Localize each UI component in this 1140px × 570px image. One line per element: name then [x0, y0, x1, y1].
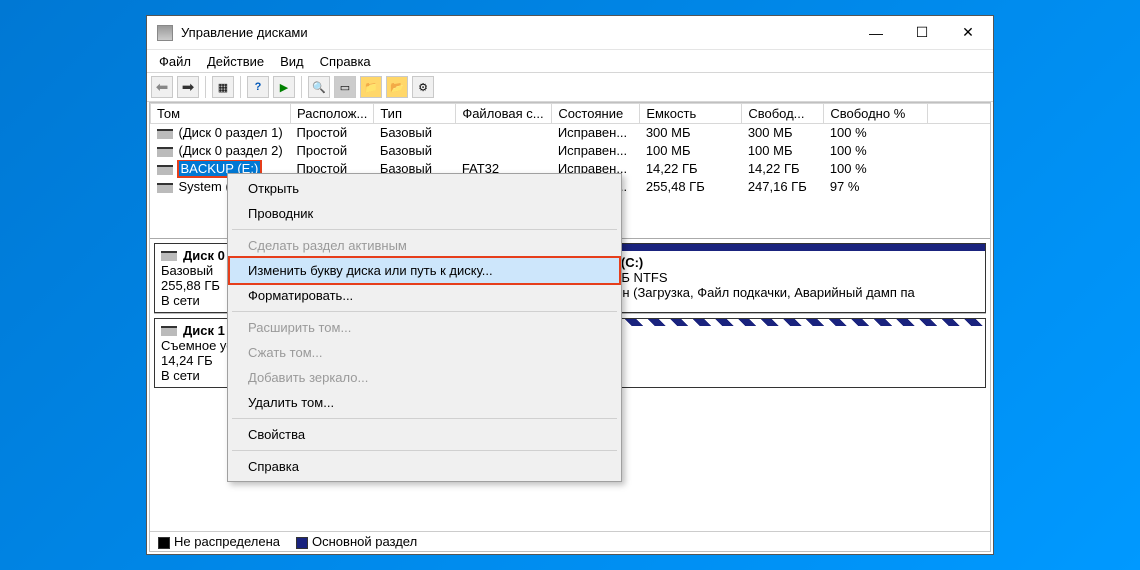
ctx-explorer[interactable]: Проводник: [230, 201, 619, 226]
menu-help[interactable]: Справка: [312, 52, 379, 71]
toolbar: ⬅ ➡ ▦ ? ▶ 🔍 ▭ 📁 📂 ⚙: [147, 72, 993, 102]
forward-button[interactable]: ➡: [177, 76, 199, 98]
titlebar[interactable]: Управление дисками — ☐ ✕: [147, 16, 993, 50]
help-icon[interactable]: ?: [247, 76, 269, 98]
partition-system[interactable]: System (C:) 255,48 ГБ NTFS Исправен (Заг…: [564, 243, 986, 313]
col-volume[interactable]: Том: [151, 104, 291, 124]
col-layout[interactable]: Располож...: [291, 104, 374, 124]
close-button[interactable]: ✕: [945, 18, 991, 48]
disk-management-window: Управление дисками — ☐ ✕ Файл Действие В…: [146, 15, 994, 555]
ctx-format[interactable]: Форматировать...: [230, 283, 619, 308]
col-freepct[interactable]: Свободно %: [824, 104, 928, 124]
toolbar-btn[interactable]: ▶: [273, 76, 295, 98]
ctx-change-drive-letter[interactable]: Изменить букву диска или путь к диску...: [230, 258, 619, 283]
ctx-open[interactable]: Открыть: [230, 176, 619, 201]
ctx-delete[interactable]: Удалить том...: [230, 390, 619, 415]
app-icon: [157, 25, 173, 41]
ctx-shrink: Сжать том...: [230, 340, 619, 365]
ctx-properties[interactable]: Свойства: [230, 422, 619, 447]
menubar: Файл Действие Вид Справка: [147, 50, 993, 72]
window-title: Управление дисками: [181, 25, 853, 40]
legend-primary: Основной раздел: [312, 534, 417, 549]
maximize-button[interactable]: ☐: [899, 18, 945, 48]
toolbar-btn[interactable]: ▦: [212, 76, 234, 98]
menu-view[interactable]: Вид: [272, 52, 312, 71]
partition-title: System (C:): [571, 255, 979, 270]
volume-icon: [157, 147, 173, 157]
menu-file[interactable]: Файл: [151, 52, 199, 71]
disk-icon: [161, 326, 177, 336]
menu-action[interactable]: Действие: [199, 52, 272, 71]
table-row[interactable]: (Диск 0 раздел 1)ПростойБазовыйИсправен.…: [151, 124, 991, 142]
ctx-extend: Расширить том...: [230, 315, 619, 340]
col-fs[interactable]: Файловая с...: [456, 104, 552, 124]
partition-empty[interactable]: [564, 318, 986, 388]
disk-icon: [161, 251, 177, 261]
context-menu: Открыть Проводник Сделать раздел активны…: [227, 173, 622, 482]
back-button[interactable]: ⬅: [151, 76, 173, 98]
legend: Не распределена Основной раздел: [150, 531, 990, 551]
volume-icon: [157, 129, 173, 139]
volume-icon: [157, 183, 173, 193]
col-status[interactable]: Состояние: [552, 104, 640, 124]
minimize-button[interactable]: —: [853, 18, 899, 48]
col-type[interactable]: Тип: [374, 104, 456, 124]
toolbar-btn[interactable]: ⚙: [412, 76, 434, 98]
volume-list: Том Располож... Тип Файловая с... Состоя…: [150, 103, 990, 239]
toolbar-btn[interactable]: ▭: [334, 76, 356, 98]
toolbar-btn[interactable]: 📂: [386, 76, 408, 98]
ctx-add-mirror: Добавить зеркало...: [230, 365, 619, 390]
toolbar-btn[interactable]: 📁: [360, 76, 382, 98]
legend-unallocated: Не распределена: [174, 534, 280, 549]
ctx-make-active: Сделать раздел активным: [230, 233, 619, 258]
col-free[interactable]: Свобод...: [742, 104, 824, 124]
table-row[interactable]: (Диск 0 раздел 2)ПростойБазовыйИсправен.…: [151, 142, 991, 160]
content-area: Том Располож... Тип Файловая с... Состоя…: [149, 102, 991, 552]
ctx-help[interactable]: Справка: [230, 454, 619, 479]
volume-icon: [157, 165, 173, 175]
col-capacity[interactable]: Емкость: [640, 104, 742, 124]
toolbar-btn[interactable]: 🔍: [308, 76, 330, 98]
